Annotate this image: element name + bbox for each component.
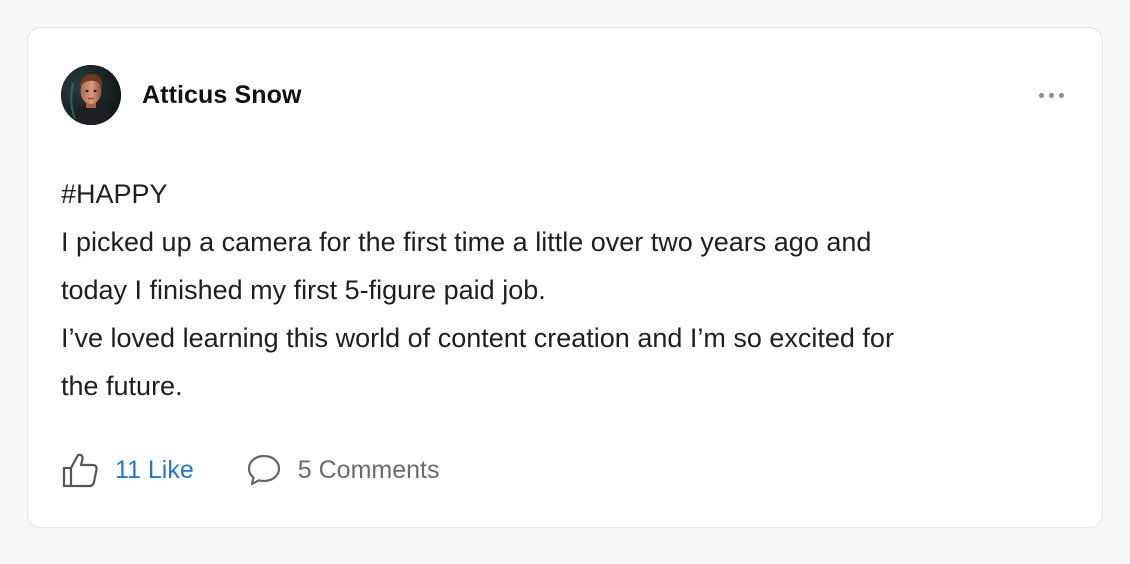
post-body: #HAPPY I picked up a camera for the firs…: [61, 170, 1071, 410]
more-options-button[interactable]: [1033, 83, 1069, 107]
post-text-line: today I finished my first 5-figure paid …: [61, 275, 546, 305]
like-button[interactable]: 11 Like: [61, 451, 194, 489]
post-text-line: I picked up a camera for the first time …: [61, 227, 872, 257]
more-dot: [1038, 92, 1044, 98]
post-hashtag[interactable]: #HAPPY: [61, 170, 1071, 218]
author-name[interactable]: Atticus Snow: [142, 81, 302, 110]
more-dot: [1058, 92, 1064, 98]
thumbs-up-icon: [62, 453, 98, 488]
post-text-line: the future.: [61, 371, 183, 401]
post-actions: 11 Like 5 Comments: [61, 448, 439, 492]
avatar[interactable]: [61, 65, 121, 125]
post-header: Atticus Snow: [61, 65, 1069, 125]
comment-icon: [247, 454, 280, 486]
post-card: Atticus Snow #HAPPY I picked up a camera…: [27, 27, 1103, 528]
avatar-photo: [61, 65, 121, 125]
post-text-line: I’ve loved learning this world of conten…: [61, 323, 894, 353]
like-count: 11 Like: [115, 455, 194, 484]
comment-count: 5 Comments: [297, 455, 440, 484]
more-dot: [1048, 92, 1054, 98]
comment-button[interactable]: 5 Comments: [246, 452, 440, 488]
